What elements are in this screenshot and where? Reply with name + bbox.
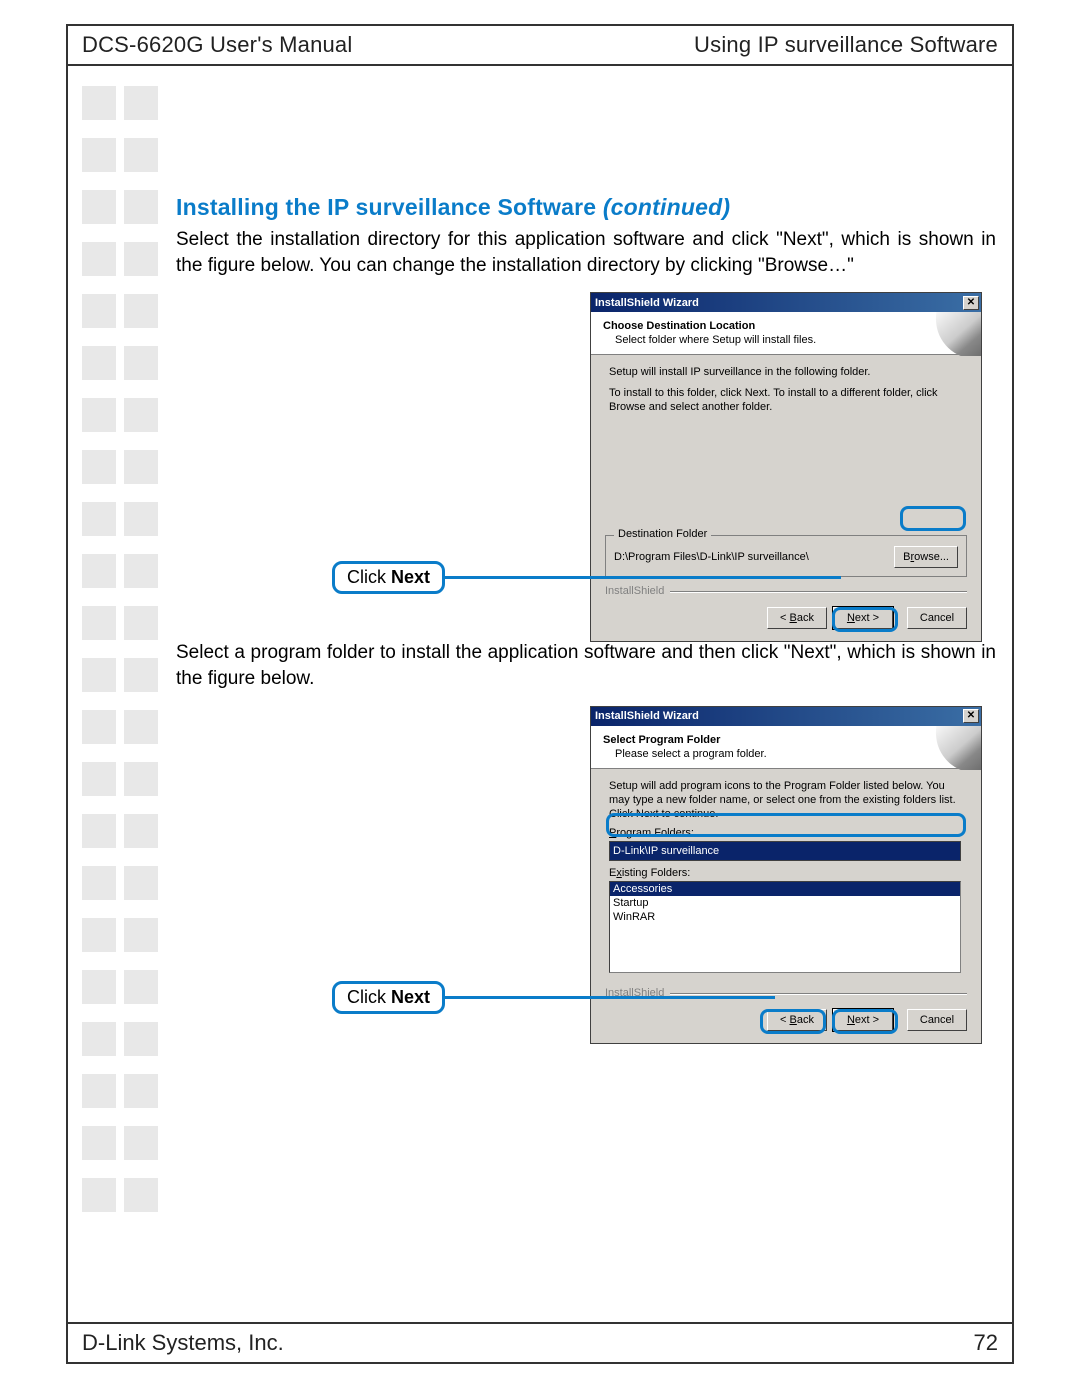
back-button[interactable]: < Back (767, 1009, 827, 1031)
callout-click-next-2: Click Next (332, 981, 775, 1014)
callout-connector (445, 576, 841, 579)
list-item[interactable]: Startup (610, 896, 960, 910)
header-right: Using IP surveillance Software (694, 32, 998, 58)
wizard1-figure: InstallShield Wizard ✕ Choose Destinatio… (176, 292, 996, 604)
wizard2-body: Setup will add program icons to the Prog… (591, 769, 981, 984)
program-folders-label: Program Folders: (609, 827, 963, 839)
callout-click: Click (347, 987, 391, 1007)
content-area: Installing the IP surveillance Software … (176, 194, 996, 1060)
callout-next: Next (391, 567, 430, 587)
highlight-browse (900, 506, 966, 531)
callout-click-next-1: Click Next (332, 561, 841, 594)
cancel-button[interactable]: Cancel (907, 607, 967, 629)
wizard2-titlebar: InstallShield Wizard ✕ (591, 707, 981, 726)
decorative-squares (82, 86, 160, 1230)
wizard1-body-line2: To install to this folder, click Next. T… (609, 386, 963, 415)
wizard1-button-bar: < Back Next > Cancel (591, 597, 981, 641)
next-button[interactable]: Next > (833, 607, 893, 629)
close-icon[interactable]: ✕ (963, 296, 979, 310)
callout-box: Click Next (332, 981, 445, 1014)
footer-company: D-Link Systems, Inc. (82, 1330, 284, 1356)
wizard2-header-sub: Please select a program folder. (603, 748, 969, 760)
program-folder-input[interactable] (609, 841, 961, 861)
close-icon[interactable]: ✕ (963, 709, 979, 723)
browse-button[interactable]: Browse... (894, 546, 958, 568)
wizard1-header: Choose Destination Location Select folde… (591, 312, 981, 355)
next-button[interactable]: Next > (833, 1009, 893, 1031)
callout-box: Click Next (332, 561, 445, 594)
back-button[interactable]: < Back (767, 607, 827, 629)
wizard2-header-title: Select Program Folder (603, 734, 969, 746)
section-title: Installing the IP surveillance Software … (176, 194, 996, 221)
footer-page-number: 72 (974, 1330, 998, 1356)
existing-folders-list[interactable]: Accessories Startup WinRAR (609, 881, 961, 973)
wizard1-header-title: Choose Destination Location (603, 320, 969, 332)
callout-next: Next (391, 987, 430, 1007)
section-title-main: Installing the IP surveillance Software (176, 194, 603, 220)
wizard2-header: Select Program Folder Please select a pr… (591, 726, 981, 769)
list-item[interactable]: WinRAR (610, 910, 960, 924)
wizard1-header-sub: Select folder where Setup will install f… (603, 334, 969, 346)
destination-folder-legend: Destination Folder (614, 528, 711, 540)
header-left: DCS-6620G User's Manual (82, 32, 352, 58)
section-title-continued: (continued) (603, 194, 730, 220)
page-curl-icon (925, 726, 981, 770)
paragraph-1: Select the installation directory for th… (176, 227, 996, 278)
list-item[interactable]: Accessories (610, 882, 960, 896)
wizard2-figure: InstallShield Wizard ✕ Select Program Fo… (176, 706, 996, 1024)
page-header: DCS-6620G User's Manual Using IP surveil… (68, 26, 1012, 66)
cancel-button[interactable]: Cancel (907, 1009, 967, 1031)
manual-page: DCS-6620G User's Manual Using IP surveil… (66, 24, 1014, 1364)
callout-click: Click (347, 567, 391, 587)
page-footer: D-Link Systems, Inc. 72 (68, 1322, 1012, 1362)
wizard1-body: Setup will install IP surveillance in th… (591, 355, 981, 505)
existing-folders-label: Existing Folders: (609, 867, 963, 879)
callout-connector (445, 996, 775, 999)
paragraph-2: Select a program folder to install the a… (176, 640, 996, 691)
page-curl-icon (925, 312, 981, 356)
wizard1-title: InstallShield Wizard (595, 297, 699, 309)
wizard2-body-line1: Setup will add program icons to the Prog… (609, 779, 963, 822)
wizard1-body-line1: Setup will install IP surveillance in th… (609, 365, 963, 379)
wizard2-title: InstallShield Wizard (595, 710, 699, 722)
wizard1-titlebar: InstallShield Wizard ✕ (591, 293, 981, 312)
